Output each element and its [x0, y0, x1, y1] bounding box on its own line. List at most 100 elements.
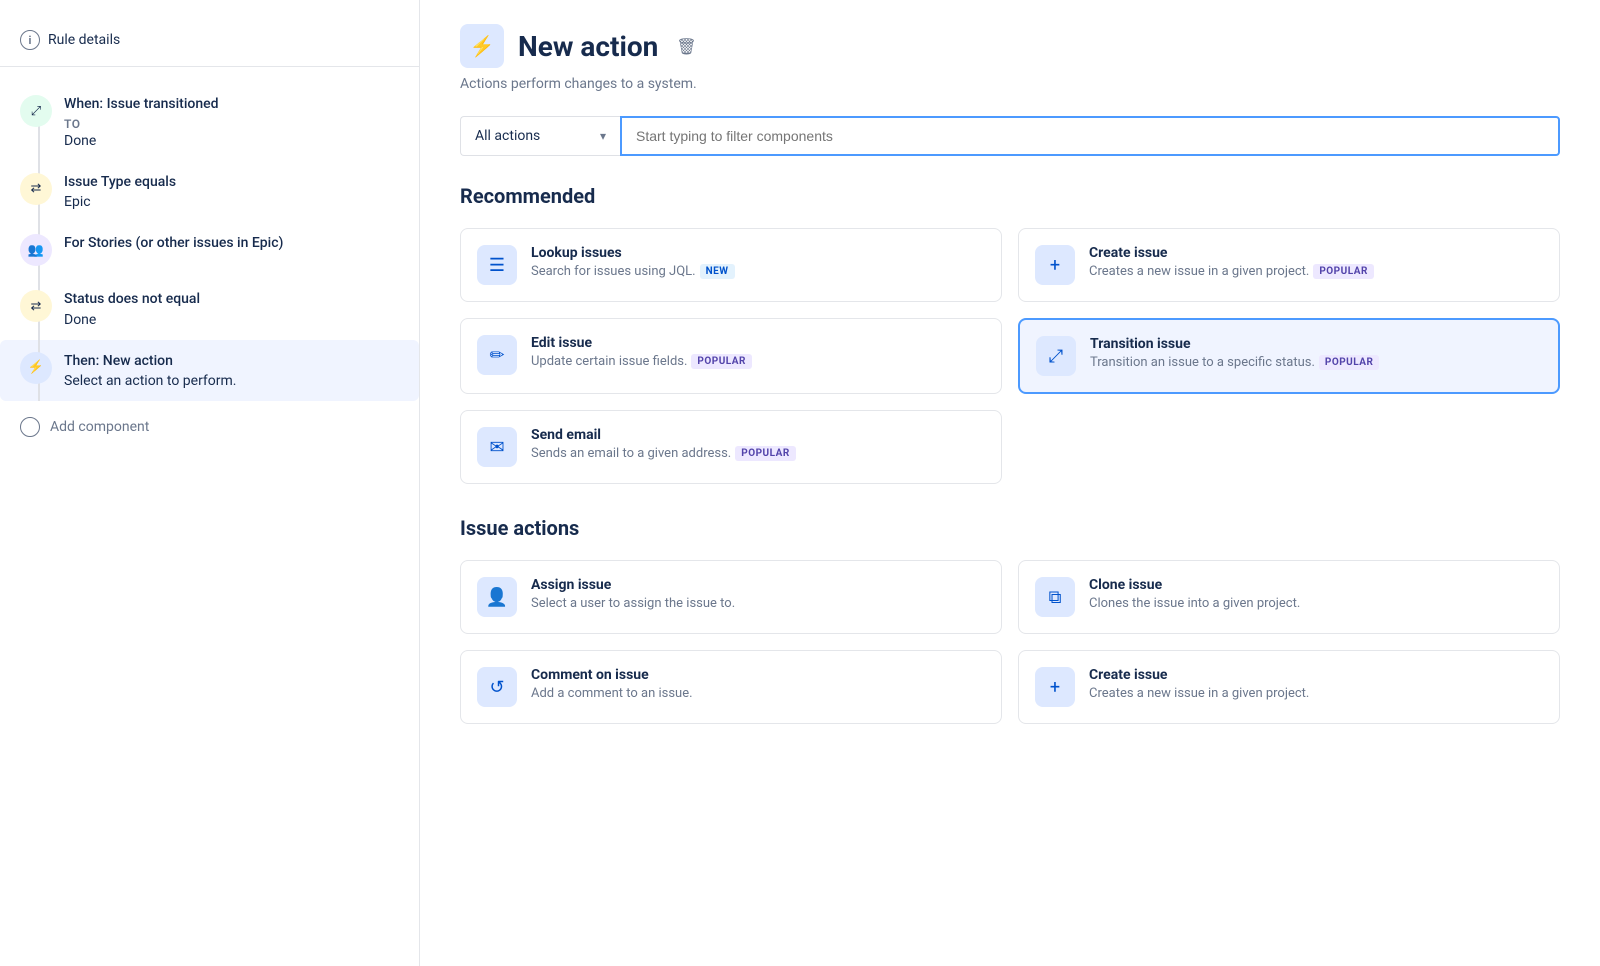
action-card-comment-on-issue[interactable]: ↺ Comment on issue Add a comment to an i… [460, 650, 1002, 724]
action-card-title-lookup-issues: Lookup issues [531, 245, 985, 261]
action-card-desc-edit-issue: Update certain issue fields. [531, 354, 687, 369]
action-card-body-send-email: Send email Sends an email to a given add… [531, 427, 985, 463]
action-card-icon-create-issue-2: + [1035, 667, 1075, 707]
sidebar-item-icon-then-new-action: ⚡ [20, 352, 52, 384]
action-card-title-create-issue-2: Create issue [1089, 667, 1543, 683]
action-card-icon-clone-issue: ⧉ [1035, 577, 1075, 617]
sidebar-item-content-when-transition: When: Issue transitioned TO Done [64, 95, 219, 149]
sidebar-item-icon-when-transition: ⤢ [20, 95, 52, 127]
sidebar-item-title-for-stories: For Stories (or other issues in Epic) [64, 234, 283, 254]
sidebar-item-title-when-transition: When: Issue transitioned [64, 95, 219, 115]
action-card-assign-issue[interactable]: 👤 Assign issue Select a user to assign t… [460, 560, 1002, 634]
sidebar-item-content-status-not-equal: Status does not equal Done [64, 290, 200, 328]
filter-dropdown[interactable]: All actions ▾ [460, 116, 620, 156]
action-card-icon-comment-on-issue: ↺ [477, 667, 517, 707]
main-panel: ⚡ New action 🗑 Actions perform changes t… [420, 0, 1600, 966]
sidebar-item-when-transition[interactable]: ⤢ When: Issue transitioned TO Done [0, 83, 419, 161]
badge-create-issue-1: POPULAR [1313, 264, 1374, 279]
action-card-title-edit-issue: Edit issue [531, 335, 985, 351]
sidebar-item-title-issue-type: Issue Type equals [64, 173, 176, 193]
badge-edit-issue: POPULAR [691, 354, 752, 369]
add-component-circle-icon [20, 417, 40, 437]
sidebar-item-title-then-new-action: Then: New action [64, 352, 236, 372]
action-card-desc-assign-issue: Select a user to assign the issue to. [531, 596, 735, 611]
sidebar-items-container: ⤢ When: Issue transitioned TO Done ⇄ Issu… [0, 83, 419, 401]
action-card-title-clone-issue: Clone issue [1089, 577, 1543, 593]
action-card-transition-issue[interactable]: ⤢ Transition issue Transition an issue t… [1018, 318, 1560, 394]
sidebar-item-content-for-stories: For Stories (or other issues in Epic) [64, 234, 283, 254]
badge-lookup-issues: NEW [700, 264, 735, 279]
action-card-title-assign-issue: Assign issue [531, 577, 985, 593]
action-card-body-edit-issue: Edit issue Update certain issue fields. P… [531, 335, 985, 371]
info-icon: i [20, 30, 40, 50]
page-header-icon: ⚡ [460, 24, 504, 68]
filter-dropdown-label: All actions [475, 128, 540, 144]
action-card-desc-transition-issue: Transition an issue to a specific status… [1090, 355, 1315, 370]
rule-details-label: Rule details [48, 32, 120, 48]
sidebar-item-status-not-equal[interactable]: ⇄ Status does not equal Done [0, 278, 419, 340]
section-title-recommended: Recommended [460, 184, 1560, 208]
sidebar-item-value-status-not-equal: Done [64, 312, 200, 328]
sidebar-item-icon-status-not-equal: ⇄ [20, 290, 52, 322]
filter-input[interactable] [620, 116, 1560, 156]
action-card-desc-clone-issue: Clones the issue into a given project. [1089, 596, 1300, 611]
chevron-down-icon: ▾ [600, 129, 606, 143]
action-card-create-issue-2[interactable]: + Create issue Creates a new issue in a … [1018, 650, 1560, 724]
action-card-icon-send-email: ✉ [477, 427, 517, 467]
delete-icon[interactable]: 🗑 [676, 37, 696, 56]
action-card-body-create-issue-2: Create issue Creates a new issue in a gi… [1089, 667, 1543, 703]
action-card-clone-issue[interactable]: ⧉ Clone issue Clones the issue into a gi… [1018, 560, 1560, 634]
sidebar-item-issue-type[interactable]: ⇄ Issue Type equals Epic [0, 161, 419, 223]
page-title: New action [518, 30, 658, 63]
action-grid-recommended: ☰ Lookup issues Search for issues using … [460, 228, 1560, 484]
section-issue-actions: Issue actions 👤 Assign issue Select a us… [460, 516, 1560, 724]
action-card-lookup-issues[interactable]: ☰ Lookup issues Search for issues using … [460, 228, 1002, 302]
action-card-icon-edit-issue: ✏ [477, 335, 517, 375]
section-title-issue-actions: Issue actions [460, 516, 1560, 540]
sidebar-item-title-status-not-equal: Status does not equal [64, 290, 200, 310]
sidebar-item-for-stories[interactable]: 👥 For Stories (or other issues in Epic) [0, 222, 419, 278]
sidebar-item-value-issue-type: Epic [64, 194, 176, 210]
rule-details-header[interactable]: i Rule details [0, 20, 419, 67]
add-component-label: Add component [50, 419, 149, 435]
sidebar: i Rule details ⤢ When: Issue transitione… [0, 0, 420, 966]
action-card-icon-lookup-issues: ☰ [477, 245, 517, 285]
action-card-icon-create-issue-1: + [1035, 245, 1075, 285]
action-card-title-comment-on-issue: Comment on issue [531, 667, 985, 683]
sidebar-item-value-when-transition: Done [64, 133, 219, 149]
sidebar-item-content-issue-type: Issue Type equals Epic [64, 173, 176, 211]
action-card-title-send-email: Send email [531, 427, 985, 443]
section-recommended: Recommended ☰ Lookup issues Search for i… [460, 184, 1560, 484]
action-card-desc-lookup-issues: Search for issues using JQL. [531, 264, 696, 279]
sidebar-item-content-then-new-action: Then: New action Select an action to per… [64, 352, 236, 390]
action-card-create-issue-1[interactable]: + Create issue Creates a new issue in a … [1018, 228, 1560, 302]
action-card-body-assign-issue: Assign issue Select a user to assign the… [531, 577, 985, 613]
action-card-body-comment-on-issue: Comment on issue Add a comment to an iss… [531, 667, 985, 703]
action-card-body-create-issue-1: Create issue Creates a new issue in a gi… [1089, 245, 1543, 281]
action-card-icon-assign-issue: 👤 [477, 577, 517, 617]
action-card-icon-transition-issue: ⤢ [1036, 336, 1076, 376]
filter-row: All actions ▾ [460, 116, 1560, 156]
action-grid-issue-actions: 👤 Assign issue Select a user to assign t… [460, 560, 1560, 724]
sections-container: Recommended ☰ Lookup issues Search for i… [460, 184, 1560, 724]
action-card-body-lookup-issues: Lookup issues Search for issues using JQ… [531, 245, 985, 281]
page-header: ⚡ New action 🗑 [460, 24, 1560, 68]
page-subtitle: Actions perform changes to a system. [460, 76, 1560, 92]
action-card-desc-send-email: Sends an email to a given address. [531, 446, 731, 461]
sidebar-item-value-then-new-action: Select an action to perform. [64, 373, 236, 389]
sidebar-item-sublabel-when-transition: TO [64, 117, 219, 131]
sidebar-item-icon-issue-type: ⇄ [20, 173, 52, 205]
action-card-send-email[interactable]: ✉ Send email Sends an email to a given a… [460, 410, 1002, 484]
action-card-desc-comment-on-issue: Add a comment to an issue. [531, 686, 693, 701]
badge-transition-issue: POPULAR [1319, 355, 1380, 370]
action-card-edit-issue[interactable]: ✏ Edit issue Update certain issue fields… [460, 318, 1002, 394]
sidebar-item-icon-for-stories: 👥 [20, 234, 52, 266]
action-card-desc-create-issue-2: Creates a new issue in a given project. [1089, 686, 1309, 701]
badge-send-email: POPULAR [735, 446, 796, 461]
action-card-body-transition-issue: Transition issue Transition an issue to … [1090, 336, 1542, 372]
add-component-button[interactable]: Add component [0, 401, 419, 453]
action-card-title-create-issue-1: Create issue [1089, 245, 1543, 261]
sidebar-item-then-new-action[interactable]: ⚡ Then: New action Select an action to p… [0, 340, 419, 402]
action-card-title-transition-issue: Transition issue [1090, 336, 1542, 352]
action-card-desc-create-issue-1: Creates a new issue in a given project. [1089, 264, 1309, 279]
